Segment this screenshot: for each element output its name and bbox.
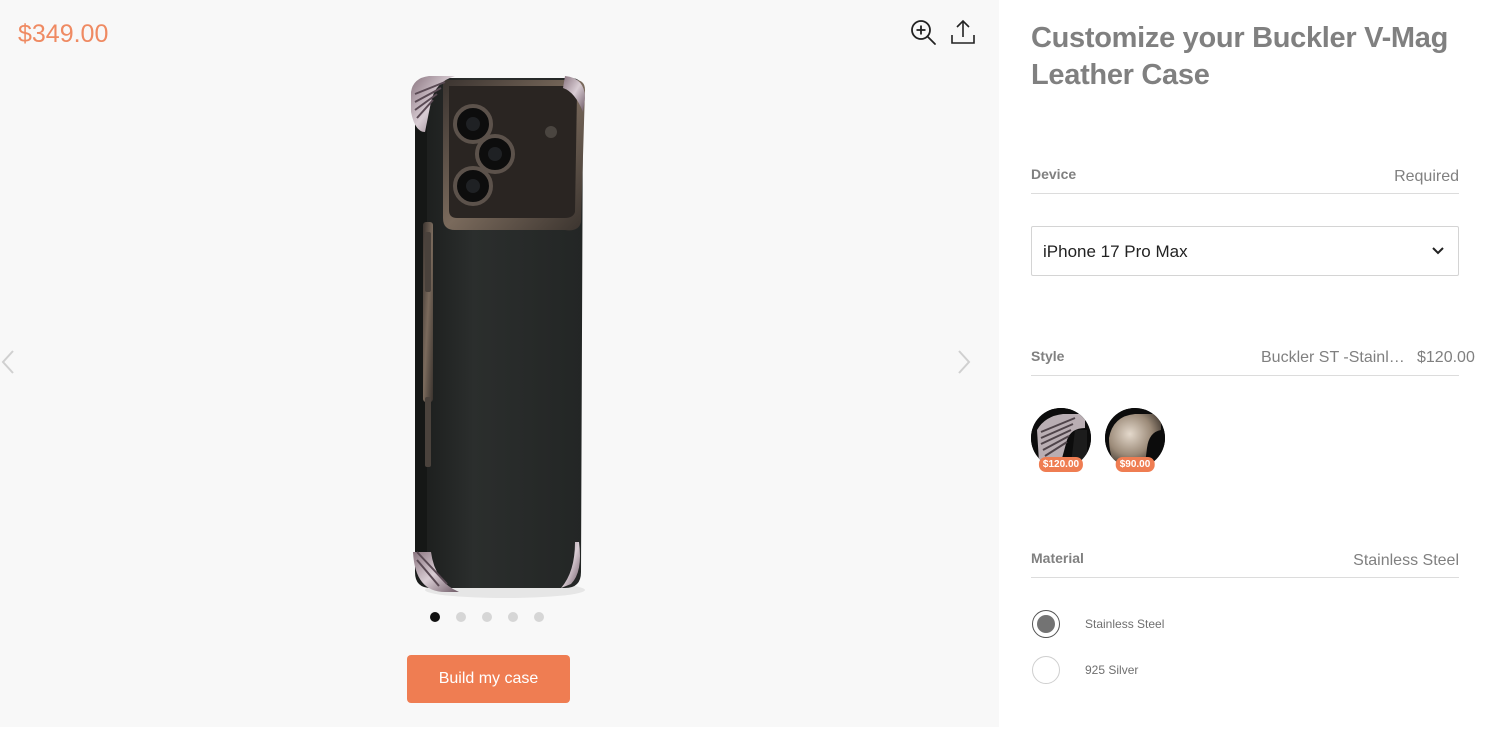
- material-selected-value: Stainless Steel: [1353, 552, 1459, 569]
- style-selected-value: Buckler ST -Stainless Steel $120.00: [1261, 349, 1475, 367]
- image-pagination-dots: [430, 612, 544, 622]
- style-option-ribbed[interactable]: $120.00: [1031, 408, 1091, 472]
- product-gallery: $349.00 Build my case: [0, 0, 999, 727]
- product-price: $349.00: [18, 20, 109, 48]
- radio-button[interactable]: [1032, 656, 1060, 684]
- customization-panel: Customize your Buckler V-Mag Leather Cas…: [1031, 0, 1489, 737]
- style-section-header: Style Buckler ST -Stainless Steel $120.00: [1031, 348, 1475, 376]
- device-select[interactable]: iPhone 17 Pro Max: [1031, 226, 1459, 276]
- page-title: Customize your Buckler V-Mag Leather Cas…: [1031, 22, 1449, 91]
- pagination-dot-3[interactable]: [482, 612, 492, 622]
- share-upload-icon[interactable]: [949, 18, 977, 46]
- material-section-header: Material Stainless Steel: [1031, 550, 1459, 578]
- product-image: [395, 72, 595, 602]
- style-option-price: $120.00: [1038, 457, 1084, 472]
- device-section-header: Device Required: [1031, 166, 1459, 194]
- material-label: Material: [1031, 550, 1084, 566]
- build-my-case-button[interactable]: Build my case: [407, 655, 570, 703]
- device-required-label: Required: [1394, 168, 1459, 185]
- pagination-dot-1[interactable]: [430, 612, 440, 622]
- previous-image-arrow-icon[interactable]: [0, 348, 20, 376]
- next-image-arrow-icon[interactable]: [954, 348, 974, 376]
- material-option-label: Stainless Steel: [1085, 617, 1165, 631]
- style-option-price: $90.00: [1115, 457, 1155, 472]
- device-label: Device: [1031, 166, 1077, 182]
- pagination-dot-2[interactable]: [456, 612, 466, 622]
- material-option-stainless-steel[interactable]: Stainless Steel: [1031, 610, 1331, 640]
- material-option-925-silver[interactable]: 925 Silver: [1031, 656, 1331, 686]
- style-label: Style: [1031, 348, 1065, 364]
- style-selected-price: $120.00: [1417, 349, 1475, 366]
- pagination-dot-4[interactable]: [508, 612, 518, 622]
- style-option-smooth[interactable]: $90.00: [1105, 408, 1165, 472]
- pagination-dot-5[interactable]: [534, 612, 544, 622]
- chevron-down-icon: [1432, 247, 1444, 255]
- material-option-label: 925 Silver: [1085, 663, 1139, 677]
- style-selected-name: Buckler ST -Stainless Steel: [1261, 349, 1407, 366]
- device-select-value: iPhone 17 Pro Max: [1043, 242, 1188, 261]
- zoom-in-icon[interactable]: [909, 18, 937, 46]
- radio-button-selected[interactable]: [1032, 610, 1060, 638]
